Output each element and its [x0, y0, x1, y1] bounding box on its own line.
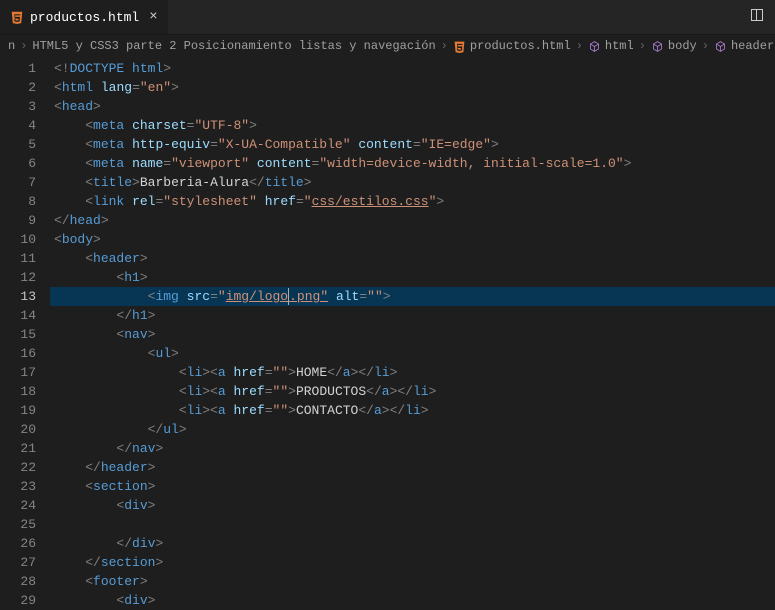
code-line: </nav>	[50, 439, 775, 458]
html-file-icon	[453, 40, 466, 53]
line-number: 18	[0, 382, 50, 401]
code-line: <body>	[50, 230, 775, 249]
code-line: </section>	[50, 553, 775, 572]
line-number: 2	[0, 78, 50, 97]
code-line: </header>	[50, 458, 775, 477]
code-line: <footer>	[50, 572, 775, 591]
line-number: 17	[0, 363, 50, 382]
chevron-right-icon: ›	[639, 39, 646, 53]
line-number: 4	[0, 116, 50, 135]
code-line: <nav>	[50, 325, 775, 344]
code-line: </head>	[50, 211, 775, 230]
code-line: <!DOCTYPE html>	[50, 59, 775, 78]
line-number: 14	[0, 306, 50, 325]
code-line: </ul>	[50, 420, 775, 439]
code-line: <section>	[50, 477, 775, 496]
line-number: 8	[0, 192, 50, 211]
line-number: 9	[0, 211, 50, 230]
code-line: <ul>	[50, 344, 775, 363]
line-number: 1	[0, 59, 50, 78]
line-number: 3	[0, 97, 50, 116]
tab-label: productos.html	[30, 10, 139, 25]
tab-bar: productos.html ×	[0, 0, 775, 35]
close-icon[interactable]: ×	[149, 9, 157, 25]
line-number: 27	[0, 553, 50, 572]
tab-productos[interactable]: productos.html ×	[0, 0, 168, 34]
code-line: <head>	[50, 97, 775, 116]
breadcrumb-symbol[interactable]: header	[714, 39, 774, 53]
code-line: <div>	[50, 591, 775, 610]
html-file-icon	[10, 10, 24, 24]
line-number: 5	[0, 135, 50, 154]
line-number: 26	[0, 534, 50, 553]
code-line: <meta http-equiv="X-UA-Compatible" conte…	[50, 135, 775, 154]
code-line: <header>	[50, 249, 775, 268]
code-line: </h1>	[50, 306, 775, 325]
line-number: 21	[0, 439, 50, 458]
breadcrumb-folder[interactable]: n	[8, 39, 15, 53]
symbol-icon	[714, 40, 727, 53]
line-number: 24	[0, 496, 50, 515]
line-number: 11	[0, 249, 50, 268]
line-number: 29	[0, 591, 50, 610]
line-number: 16	[0, 344, 50, 363]
line-number: 15	[0, 325, 50, 344]
line-number: 10	[0, 230, 50, 249]
code-line: <li><a href="">PRODUCTOS</a></li>	[50, 382, 775, 401]
code-line: <meta name="viewport" content="width=dev…	[50, 154, 775, 173]
line-number: 22	[0, 458, 50, 477]
code-area[interactable]: <!DOCTYPE html> <html lang="en"> <head> …	[50, 57, 775, 598]
split-editor-icon[interactable]	[739, 7, 775, 27]
code-line: <link rel="stylesheet" href="css/estilos…	[50, 192, 775, 211]
code-line	[50, 515, 775, 534]
code-line: <li><a href="">CONTACTO</a></li>	[50, 401, 775, 420]
code-editor[interactable]: 1234567891011121314151617181920212223242…	[0, 57, 775, 598]
code-line-active: <img src="img/logo.png" alt="">	[50, 287, 775, 306]
line-number: 12	[0, 268, 50, 287]
breadcrumb: n › HTML5 y CSS3 parte 2 Posicionamiento…	[0, 35, 775, 57]
symbol-icon	[651, 40, 664, 53]
line-number-gutter: 1234567891011121314151617181920212223242…	[0, 57, 50, 598]
line-number: 19	[0, 401, 50, 420]
code-line: <div>	[50, 496, 775, 515]
code-line: <html lang="en">	[50, 78, 775, 97]
line-number: 25	[0, 515, 50, 534]
line-number: 6	[0, 154, 50, 173]
chevron-right-icon: ›	[20, 39, 27, 53]
breadcrumb-file[interactable]: productos.html	[453, 39, 571, 53]
breadcrumb-folder[interactable]: HTML5 y CSS3 parte 2 Posicionamiento lis…	[32, 39, 435, 53]
line-number: 28	[0, 572, 50, 591]
line-number: 13	[0, 287, 50, 306]
code-line: <h1>	[50, 268, 775, 287]
symbol-icon	[588, 40, 601, 53]
chevron-right-icon: ›	[576, 39, 583, 53]
chevron-right-icon: ›	[702, 39, 709, 53]
breadcrumb-symbol[interactable]: body	[651, 39, 697, 53]
code-line: <meta charset="UTF-8">	[50, 116, 775, 135]
code-line: </div>	[50, 534, 775, 553]
line-number: 23	[0, 477, 50, 496]
chevron-right-icon: ›	[441, 39, 448, 53]
line-number: 7	[0, 173, 50, 192]
line-number: 20	[0, 420, 50, 439]
code-line: <title>Barberia-Alura</title>	[50, 173, 775, 192]
breadcrumb-symbol[interactable]: html	[588, 39, 634, 53]
code-line: <li><a href="">HOME</a></li>	[50, 363, 775, 382]
